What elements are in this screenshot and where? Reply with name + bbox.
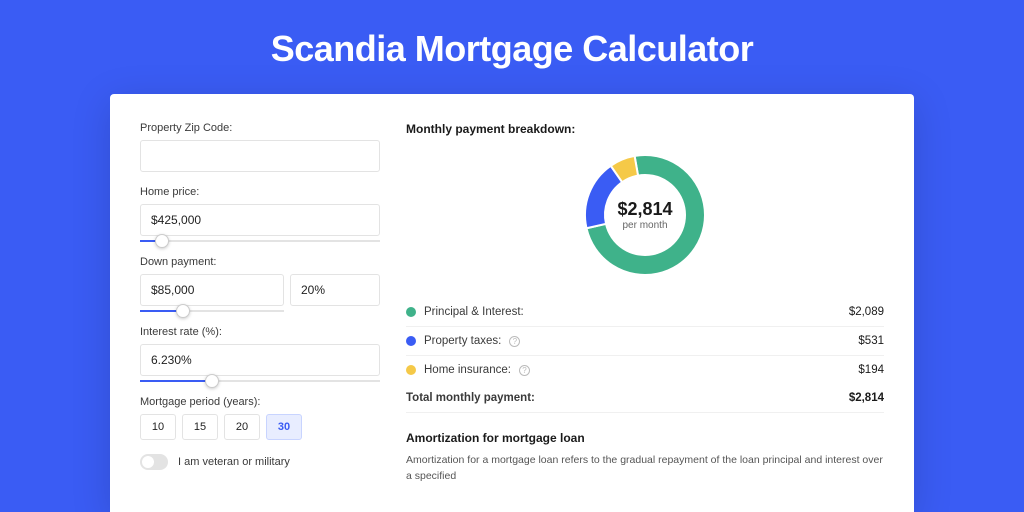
- interest-rate-input[interactable]: [140, 344, 380, 376]
- period-button-10[interactable]: 10: [140, 414, 176, 440]
- slider-thumb[interactable]: [176, 304, 190, 318]
- donut-chart-container: $2,814 per month: [406, 150, 884, 280]
- veteran-label: I am veteran or military: [178, 456, 290, 468]
- info-icon[interactable]: ?: [519, 365, 530, 376]
- donut-sub: per month: [622, 220, 667, 231]
- amortization-section: Amortization for mortgage loan Amortizat…: [406, 431, 884, 485]
- home-price-field: Home price:: [140, 186, 380, 242]
- toggle-knob: [142, 456, 154, 468]
- period-button-15[interactable]: 15: [182, 414, 218, 440]
- legend-label: Home insurance:: [424, 364, 511, 376]
- form-column: Property Zip Code: Home price: Down paym…: [140, 122, 380, 512]
- period-field: Mortgage period (years): 10152030: [140, 396, 380, 440]
- interest-rate-label: Interest rate (%):: [140, 326, 380, 338]
- legend-dot: [406, 336, 416, 346]
- page-title: Scandia Mortgage Calculator: [0, 0, 1024, 94]
- calculator-card: Property Zip Code: Home price: Down paym…: [110, 94, 914, 512]
- period-button-30[interactable]: 30: [266, 414, 302, 440]
- legend-label: Property taxes:: [424, 335, 501, 347]
- legend-row: Property taxes: ? $531: [406, 327, 884, 356]
- period-label: Mortgage period (years):: [140, 396, 380, 408]
- legend-label: Principal & Interest:: [424, 306, 524, 318]
- down-payment-slider[interactable]: [140, 310, 284, 312]
- donut-amount: $2,814: [617, 199, 672, 220]
- veteran-toggle[interactable]: [140, 454, 168, 470]
- legend-value: $531: [858, 335, 884, 347]
- legend-row: Home insurance: ? $194: [406, 356, 884, 384]
- home-price-input[interactable]: [140, 204, 380, 236]
- amortization-title: Amortization for mortgage loan: [406, 431, 884, 445]
- interest-rate-field: Interest rate (%):: [140, 326, 380, 382]
- total-value: $2,814: [849, 392, 884, 404]
- slider-thumb[interactable]: [205, 374, 219, 388]
- down-payment-label: Down payment:: [140, 256, 380, 268]
- info-icon[interactable]: ?: [509, 336, 520, 347]
- down-payment-field: Down payment:: [140, 256, 380, 312]
- legend-dot: [406, 307, 416, 317]
- results-column: Monthly payment breakdown: $2,814 per mo…: [406, 122, 884, 512]
- home-price-slider[interactable]: [140, 240, 380, 242]
- veteran-row: I am veteran or military: [140, 454, 380, 470]
- interest-rate-slider[interactable]: [140, 380, 380, 382]
- legend: Principal & Interest: $2,089 Property taxe…: [406, 298, 884, 384]
- legend-row: Principal & Interest: $2,089: [406, 298, 884, 327]
- legend-value: $194: [858, 364, 884, 376]
- down-payment-amount-input[interactable]: [140, 274, 284, 306]
- donut-center: $2,814 per month: [580, 150, 710, 280]
- amortization-text: Amortization for a mortgage loan refers …: [406, 453, 884, 485]
- legend-dot: [406, 365, 416, 375]
- slider-thumb[interactable]: [155, 234, 169, 248]
- total-label: Total monthly payment:: [406, 392, 535, 404]
- legend-total-row: Total monthly payment: $2,814: [406, 384, 884, 413]
- zip-field: Property Zip Code:: [140, 122, 380, 172]
- period-button-20[interactable]: 20: [224, 414, 260, 440]
- zip-label: Property Zip Code:: [140, 122, 380, 134]
- home-price-label: Home price:: [140, 186, 380, 198]
- legend-value: $2,089: [849, 306, 884, 318]
- breakdown-title: Monthly payment breakdown:: [406, 122, 884, 136]
- down-payment-percent-input[interactable]: [290, 274, 380, 306]
- zip-input[interactable]: [140, 140, 380, 172]
